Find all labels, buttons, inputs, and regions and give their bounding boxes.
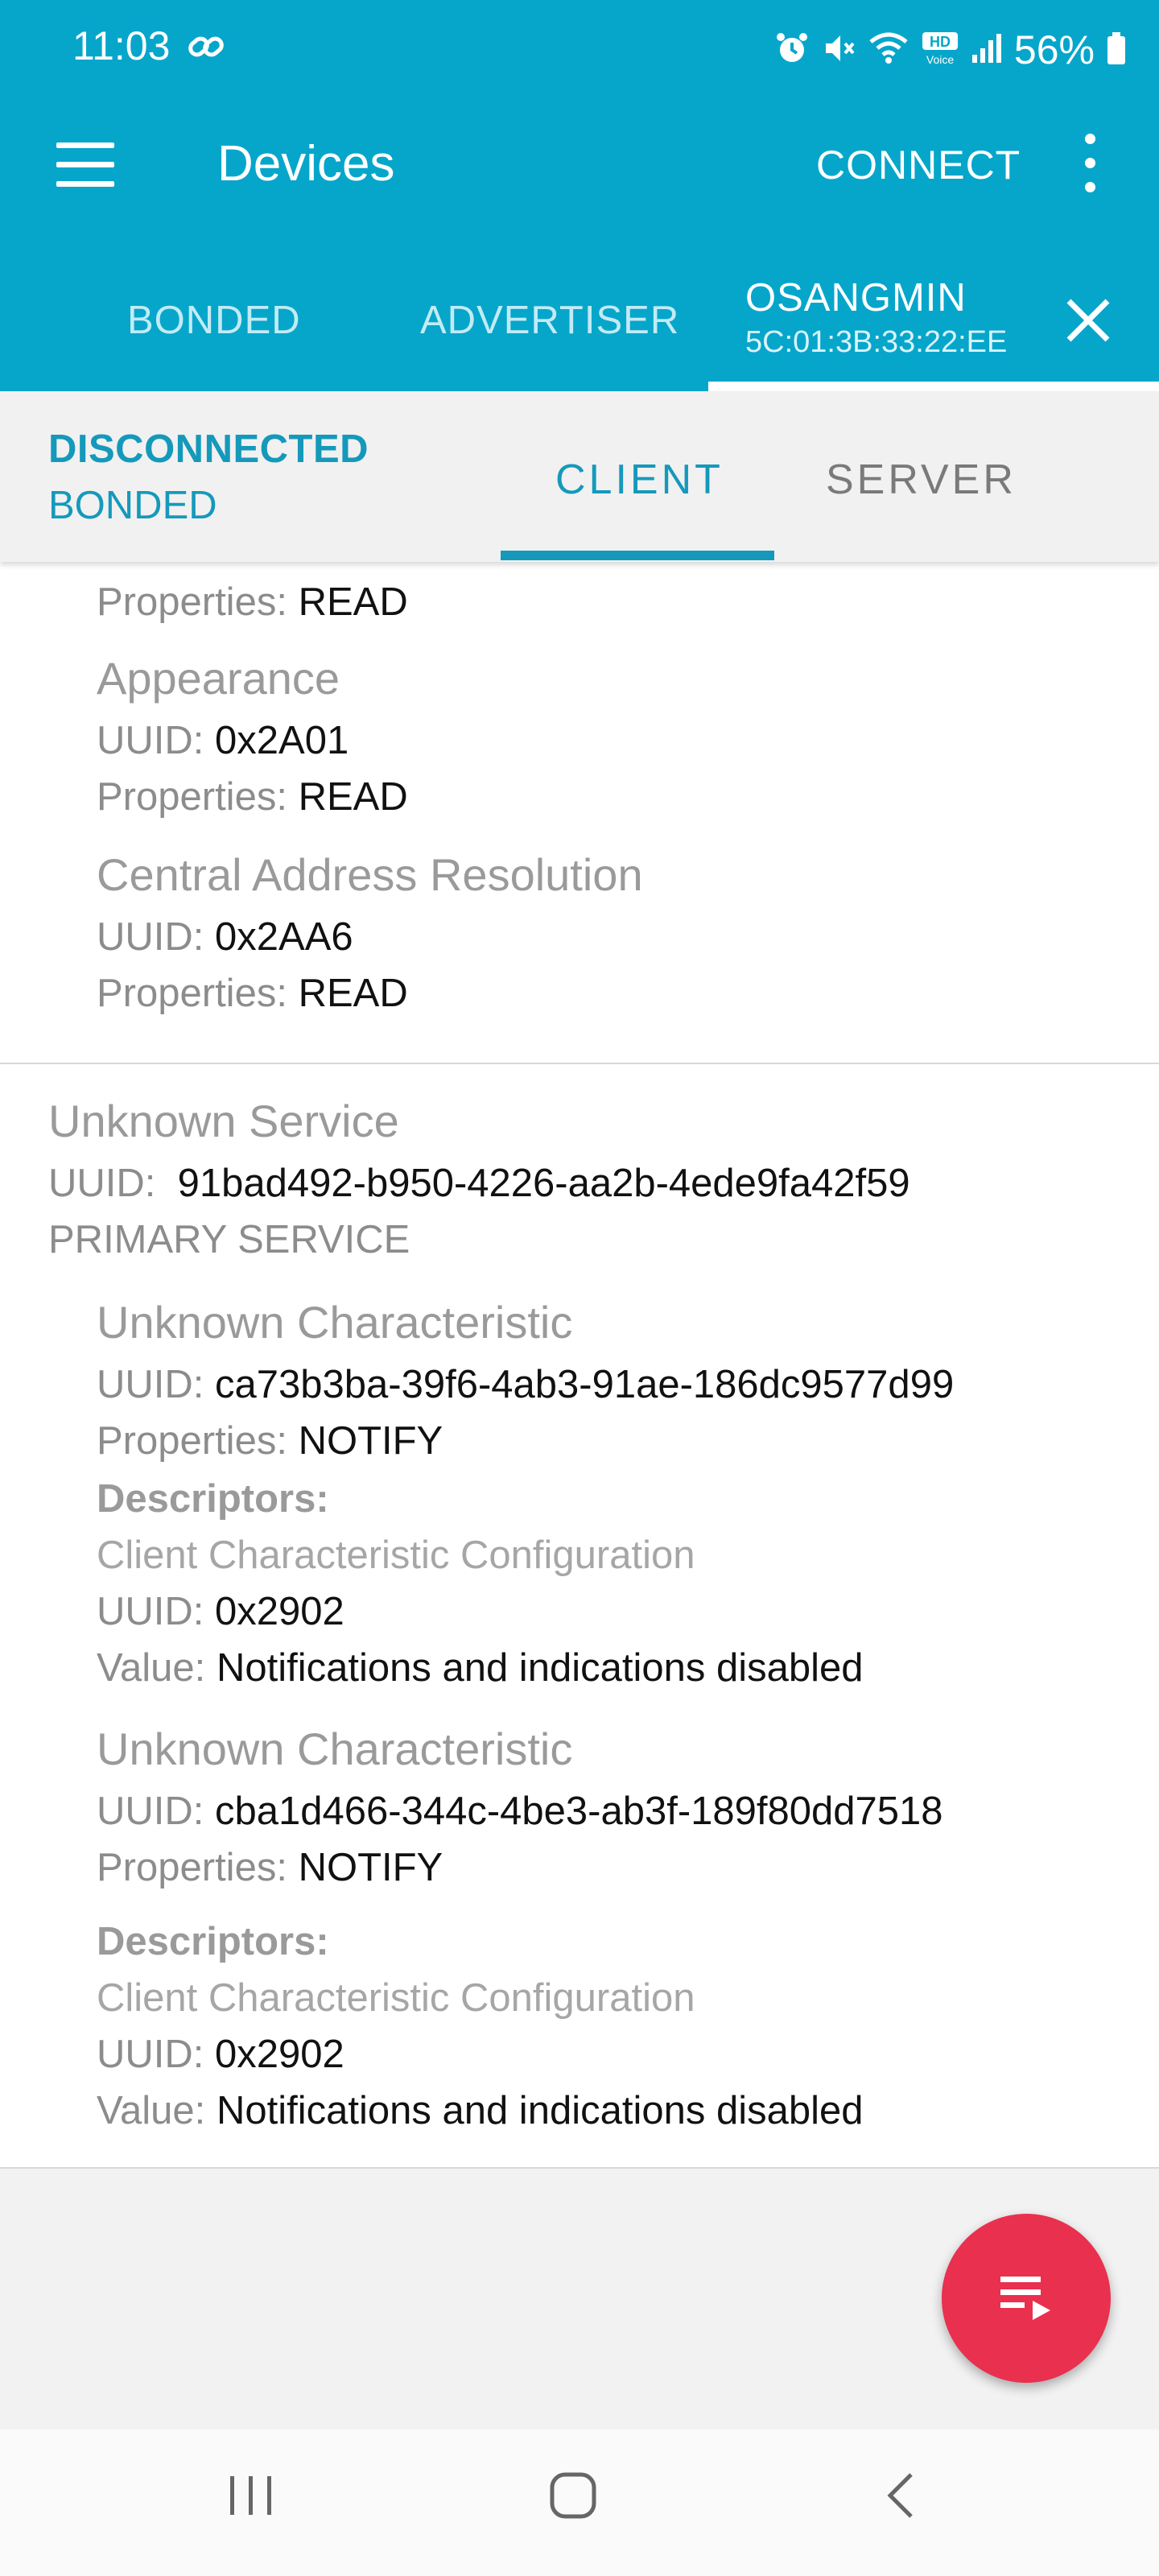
service-type: PRIMARY SERVICE bbox=[48, 1218, 410, 1261]
descriptor-block: Descriptors: Client Characteristic Confi… bbox=[0, 1919, 1159, 2167]
characteristic-name: Unknown Characteristic bbox=[97, 1297, 573, 1348]
connect-button[interactable]: CONNECT bbox=[816, 142, 1021, 188]
bond-state: BONDED bbox=[48, 484, 217, 527]
connection-state: DISCONNECTED bbox=[48, 427, 369, 471]
device-name: OSANGMIN bbox=[745, 276, 967, 320]
descriptor-name: Client Characteristic Configuration bbox=[97, 1534, 695, 1577]
link-icon bbox=[187, 31, 225, 67]
svg-text:Voice: Voice bbox=[926, 53, 954, 66]
signal-icon bbox=[971, 32, 1003, 68]
tab-device[interactable]: OSANGMIN 5C:01:3B:33:22:EE bbox=[745, 275, 1007, 360]
status-bar: 11:03 HD Voice 56% bbox=[0, 0, 1159, 97]
descriptors-label: Descriptors: bbox=[97, 1920, 329, 1963]
tab-bonded[interactable]: BONDED bbox=[127, 298, 301, 343]
more-vert-icon[interactable] bbox=[1079, 134, 1103, 195]
properties-row: Properties: READ bbox=[97, 972, 408, 1015]
divider bbox=[0, 2167, 1159, 2169]
alarm-icon bbox=[774, 31, 810, 70]
wifi-icon bbox=[868, 31, 909, 70]
back-icon[interactable] bbox=[877, 2470, 929, 2525]
connection-bar: DISCONNECTED BONDED CLIENT SERVER bbox=[0, 391, 1159, 562]
log-list-button[interactable] bbox=[942, 2214, 1111, 2383]
uuid-row: UUID: ca73b3ba-39f6-4ab3-91ae-186dc9577d… bbox=[97, 1363, 955, 1406]
log-list-icon bbox=[1000, 2277, 1054, 2326]
menu-icon[interactable] bbox=[56, 142, 114, 188]
descriptor-uuid-row: UUID: 0x2902 bbox=[97, 2033, 344, 2076]
close-icon[interactable] bbox=[1064, 296, 1112, 345]
properties-row: Properties: READ bbox=[97, 775, 408, 819]
descriptors-label: Descriptors: bbox=[97, 1477, 329, 1521]
device-address: 5C:01:3B:33:22:EE bbox=[745, 325, 1008, 359]
descriptor-name: Client Characteristic Configuration bbox=[97, 1976, 695, 2020]
descriptor-value-row: Value: Notifications and indications dis… bbox=[97, 1646, 864, 1690]
service-name: Unknown Service bbox=[48, 1096, 399, 1146]
descriptor-uuid-row: UUID: 0x2902 bbox=[97, 1590, 344, 1633]
battery-percent: 56% bbox=[1013, 27, 1095, 72]
characteristic-name: Appearance bbox=[97, 653, 340, 704]
system-nav-bar bbox=[0, 2429, 1159, 2576]
uuid-row: UUID: cba1d466-344c-4be3-ab3f-189f80dd75… bbox=[97, 1790, 943, 1833]
properties-row: Properties: NOTIFY bbox=[97, 1846, 443, 1889]
status-time: 11:03 bbox=[72, 23, 171, 68]
page-title: Devices bbox=[217, 136, 395, 192]
battery-icon bbox=[1106, 31, 1127, 70]
device-tabs: BONDED ADVERTISER OSANGMIN 5C:01:3B:33:2… bbox=[0, 233, 1159, 391]
tab-advertiser[interactable]: ADVERTISER bbox=[420, 298, 679, 343]
hd-voice-icon: HD Voice bbox=[921, 31, 959, 70]
tab-server[interactable]: SERVER bbox=[826, 456, 1017, 504]
recent-apps-icon[interactable] bbox=[225, 2470, 277, 2525]
characteristic-name: Unknown Characteristic bbox=[97, 1724, 573, 1774]
subtab-indicator bbox=[501, 551, 774, 560]
app-bar: Devices CONNECT bbox=[0, 97, 1159, 233]
service-card: Properties: READ Appearance UUID: 0x2A01… bbox=[0, 562, 1159, 1063]
properties-row: Properties: NOTIFY bbox=[97, 1419, 443, 1463]
service-uuid-row: UUID: 91bad492-b950-4226-aa2b-4ede9fa42f… bbox=[48, 1162, 910, 1205]
mute-icon bbox=[821, 31, 856, 70]
svg-text:HD: HD bbox=[930, 34, 951, 50]
uuid-row: UUID: 0x2A01 bbox=[97, 719, 349, 762]
descriptor-value-row: Value: Notifications and indications dis… bbox=[97, 2089, 864, 2132]
properties-row: Properties: READ bbox=[97, 580, 408, 624]
uuid-row: UUID: 0x2AA6 bbox=[97, 915, 353, 959]
characteristic-name: Central Address Resolution bbox=[97, 849, 643, 900]
tab-client[interactable]: CLIENT bbox=[555, 456, 724, 504]
tab-indicator bbox=[708, 382, 1159, 391]
service-card: Unknown Service UUID: 91bad492-b950-4226… bbox=[0, 1064, 1159, 1919]
home-icon[interactable] bbox=[547, 2470, 599, 2525]
